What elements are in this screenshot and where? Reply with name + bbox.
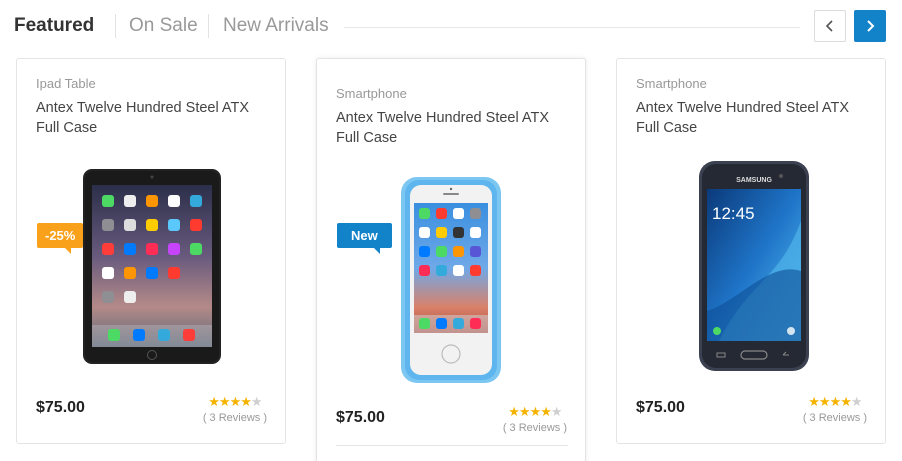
chevron-right-icon bbox=[867, 20, 875, 32]
star-rating-icon: ★★★★★ bbox=[208, 394, 262, 409]
product-title-link[interactable]: Antex Twelve Hundred Steel ATX Full Case bbox=[636, 98, 871, 138]
star-rating-icon: ★★★★★ bbox=[508, 404, 562, 419]
new-badge: New bbox=[337, 223, 392, 254]
review-count: ( 3 Reviews ) bbox=[502, 422, 567, 434]
product-tabs-header: Featured On Sale New Arrivals bbox=[0, 0, 902, 54]
product-category: Smartphone bbox=[636, 76, 707, 91]
card-divider bbox=[336, 445, 568, 446]
product-card[interactable]: Ipad Table Antex Twelve Hundred Steel AT… bbox=[16, 58, 286, 444]
product-category: Ipad Table bbox=[36, 76, 96, 91]
product-price: $75.00 bbox=[336, 409, 385, 426]
screen-clock-text: 12:45 bbox=[712, 204, 755, 223]
tab-featured[interactable]: Featured bbox=[14, 12, 94, 40]
brand-logo-text: SAMSUNG bbox=[736, 177, 772, 184]
discount-badge: -25% bbox=[37, 223, 84, 254]
carousel-next-button[interactable] bbox=[854, 10, 886, 42]
review-count: ( 3 Reviews ) bbox=[802, 412, 867, 424]
ipad-tablet-image[interactable] bbox=[83, 169, 221, 369]
header-divider-line bbox=[344, 27, 800, 28]
product-rating: ★★★★★ ( 3 Reviews ) bbox=[202, 394, 267, 425]
product-card[interactable]: Smartphone Antex Twelve Hundred Steel AT… bbox=[616, 58, 886, 444]
product-price: $75.00 bbox=[36, 399, 85, 416]
tab-new-arrivals[interactable]: New Arrivals bbox=[223, 12, 329, 40]
samsung-phone-image[interactable]: SAMSUNG 12:45 bbox=[699, 161, 809, 376]
product-rating: ★★★★★ ( 3 Reviews ) bbox=[802, 394, 867, 425]
product-card[interactable]: Smartphone Antex Twelve Hundred Steel AT… bbox=[316, 58, 586, 461]
star-rating-icon: ★★★★★ bbox=[808, 394, 862, 409]
tab-on-sale[interactable]: On Sale bbox=[129, 12, 198, 40]
review-count: ( 3 Reviews ) bbox=[202, 412, 267, 424]
product-title-link[interactable]: Antex Twelve Hundred Steel ATX Full Case bbox=[336, 108, 571, 148]
product-rating: ★★★★★ ( 3 Reviews ) bbox=[502, 404, 567, 435]
carousel-prev-button[interactable] bbox=[814, 10, 846, 42]
product-price: $75.00 bbox=[636, 399, 685, 416]
product-category: Smartphone bbox=[336, 86, 407, 101]
iphone-blue-case-image[interactable] bbox=[401, 177, 501, 388]
chevron-left-icon bbox=[825, 20, 833, 32]
tab-divider bbox=[208, 14, 209, 38]
tab-divider bbox=[115, 14, 116, 38]
product-title-link[interactable]: Antex Twelve Hundred Steel ATX Full Case bbox=[36, 98, 271, 138]
